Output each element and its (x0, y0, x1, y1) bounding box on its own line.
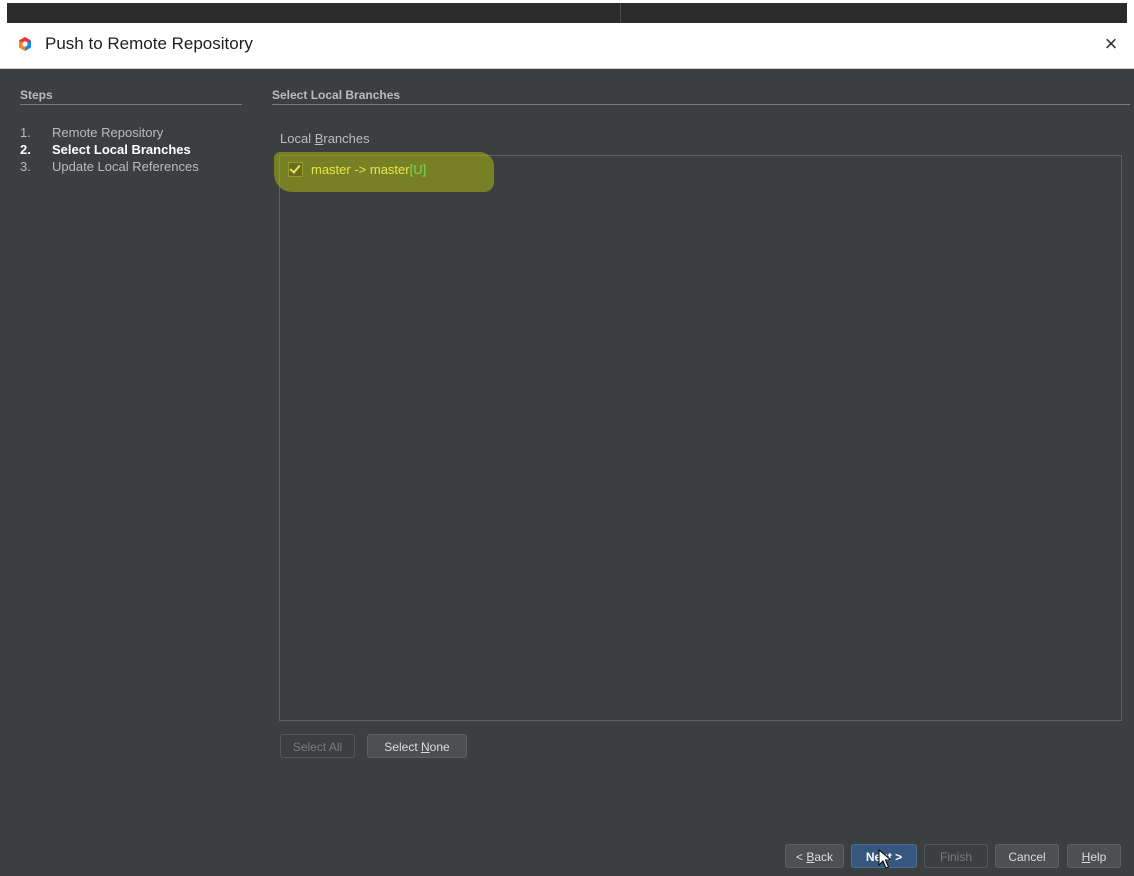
steps-heading: Steps (20, 88, 53, 102)
select-all-button[interactable]: Select All (280, 734, 355, 758)
branch-name: master -> master (311, 162, 410, 177)
step-number: 3. (20, 159, 31, 174)
cancel-button[interactable]: Cancel (995, 844, 1059, 868)
step-label: Update Local References (52, 159, 199, 174)
mouse-cursor-icon (878, 849, 892, 869)
select-none-button[interactable]: Select None (367, 734, 467, 758)
step-number: 1. (20, 125, 31, 140)
background-window-strip (0, 0, 1134, 23)
step-select-local-branches: 2. Select Local Branches (20, 141, 199, 158)
step-update-local-references: 3. Update Local References (20, 158, 199, 175)
step-label: Remote Repository (52, 125, 164, 140)
branch-tag: [U] (409, 162, 427, 177)
close-icon[interactable]: × (1098, 31, 1124, 57)
app-logo-icon (19, 37, 31, 51)
steps-divider (20, 104, 242, 105)
background-toolbar (7, 3, 1127, 23)
back-button[interactable]: < Back (785, 844, 844, 868)
list-item[interactable]: master -> master [U] (274, 152, 494, 192)
step-number: 2. (20, 142, 31, 157)
background-divider (620, 3, 621, 23)
dialog-content: Steps 1. Remote Repository 2. Select Loc… (7, 69, 1130, 876)
branch-list[interactable]: master -> master [U] (274, 152, 1122, 721)
page-title: Select Local Branches (272, 88, 401, 102)
page-title-divider (272, 104, 1130, 105)
steps-list: 1. Remote Repository 2. Select Local Bra… (20, 124, 199, 175)
finish-button[interactable]: Finish (924, 844, 988, 868)
help-button[interactable]: Help (1067, 844, 1121, 868)
dialog-titlebar: Push to Remote Repository × (0, 23, 1134, 69)
dialog-title: Push to Remote Repository (45, 34, 253, 53)
branch-checkbox[interactable] (288, 162, 303, 177)
step-remote-repository: 1. Remote Repository (20, 124, 199, 141)
step-label: Select Local Branches (52, 142, 191, 157)
local-branches-label: Local Branches (280, 131, 370, 146)
